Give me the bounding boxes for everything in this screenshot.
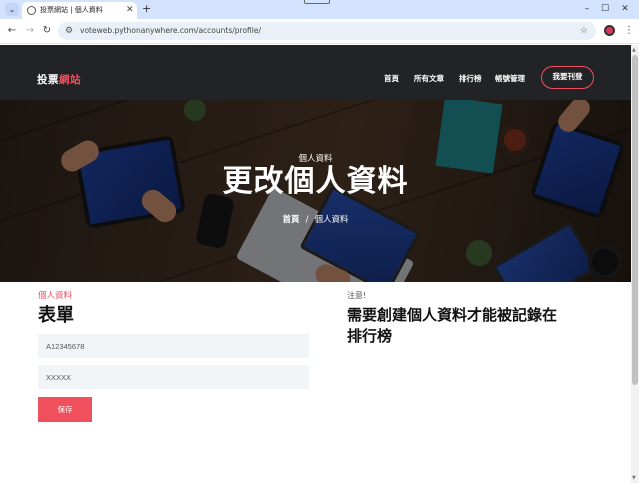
reload-icon[interactable]: ↻ [40,24,54,38]
nav-home[interactable]: 首頁 [384,73,399,84]
address-bar[interactable]: ⚙ voteweb.pythonanywhere.com/accounts/pr… [58,22,596,40]
browser-menu-kebab-icon[interactable]: ⋮ [624,24,634,38]
breadcrumb-separator: / [305,215,309,225]
window-close-icon[interactable]: ✕ [616,2,634,16]
page-title: 更改個人資料 [222,164,409,199]
globe-icon [27,6,36,15]
scroll-down-arrow-icon[interactable]: ▼ [632,475,636,481]
save-button[interactable]: 保存 [38,397,92,422]
new-tab-plus-icon[interactable]: + [142,2,151,16]
name-input[interactable] [38,365,309,389]
back-arrow-icon[interactable]: ← [5,24,19,38]
bookmark-star-icon[interactable]: ☆ [580,24,588,38]
note-label: 注意! [347,291,367,300]
minimize-icon[interactable]: – [578,2,596,16]
site-info-icon[interactable]: ⚙ [65,24,73,38]
window-drag-handle [304,0,330,4]
page-viewport: 投票網站 首頁 所有文章 排行榜 帳號管理 我要刊登 個人資料 更改個人資料 首… [0,45,631,483]
browser-tab-bar: ⌄ 投票網站 | 個人資料 ✕ + – ☐ ✕ [0,0,639,19]
scrollbar-thumb[interactable] [632,55,638,385]
tab-search-chevron-icon[interactable]: ⌄ [5,3,19,16]
scroll-up-arrow-icon[interactable]: ▲ [632,47,636,53]
tab-title: 投票網站 | 個人資料 [40,6,103,14]
nav-account-management[interactable]: 帳號管理 [495,73,525,84]
profile-extension-icon[interactable] [604,25,615,36]
site-logo[interactable]: 投票網站 [37,72,81,87]
site-header: 投票網站 首頁 所有文章 排行榜 帳號管理 我要刊登 [0,45,631,100]
nav-leaderboard[interactable]: 排行榜 [459,73,482,84]
maximize-icon[interactable]: ☐ [596,2,614,16]
breadcrumb: 首頁 / 個人資料 [0,213,631,225]
url-text[interactable]: voteweb.pythonanywhere.com/accounts/prof… [80,24,261,38]
note-text: 需要創建個人資料才能被記錄在排行榜 [347,306,558,345]
forward-arrow-icon[interactable]: → [23,24,37,38]
form-title: 表單 [38,305,74,326]
page-scrollbar[interactable]: ▲ ▼ [631,45,639,483]
breadcrumb-home[interactable]: 首頁 [283,215,300,225]
nav-all-articles[interactable]: 所有文章 [414,73,444,84]
close-icon[interactable]: ✕ [126,5,134,16]
browser-toolbar: ← → ↻ ⚙ voteweb.pythonanywhere.com/accou… [0,19,639,44]
browser-tab[interactable]: 投票網站 | 個人資料 ✕ [22,2,137,19]
breadcrumb-current: 個人資料 [314,215,349,225]
form-subtitle: 個人資料 [38,291,73,301]
post-listing-button[interactable]: 我要刊登 [541,66,594,89]
id-number-input[interactable] [38,334,309,358]
